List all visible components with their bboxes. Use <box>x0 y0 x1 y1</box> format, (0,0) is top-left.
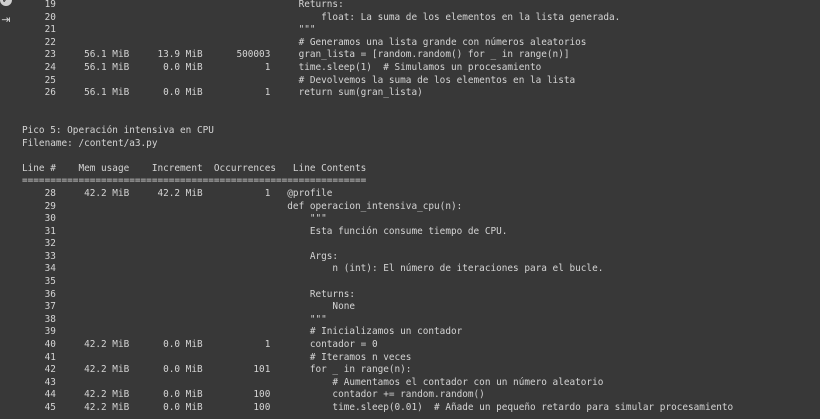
output-line: 39 # Inicializamos un contador <box>22 326 463 338</box>
output-line: 31 Esta función consume tiempo de CPU. <box>22 225 508 237</box>
output-line: 41 # Iteramos n veces <box>22 351 412 363</box>
output-actions-icon[interactable]: ⇥ <box>0 14 12 26</box>
output-line: 32 <box>22 238 56 250</box>
output-line: 42 42.2 MiB 0.0 MiB 101 for _ in range(n… <box>22 364 412 376</box>
output-line: 34 n (int): El número de iteraciones par… <box>22 263 604 275</box>
output-line: 37 None <box>22 301 356 313</box>
output-line: 20 float: La suma de los elementos en la… <box>22 11 621 23</box>
output-line: 23 56.1 MiB 13.9 MiB 500003 gran_lista =… <box>22 49 570 61</box>
output-line: 45 42.2 MiB 0.0 MiB 100 time.sleep(0.01)… <box>22 402 734 413</box>
output-line: 22 # Generamos una lista grande con núme… <box>22 36 587 48</box>
output-line: 36 Returns: <box>22 288 356 300</box>
output-line: 44 42.2 MiB 0.0 MiB 100 contador += rand… <box>22 389 485 401</box>
output-line: Line # Mem usage Increment Occurrences L… <box>22 162 367 174</box>
output-line: 28 42.2 MiB 42.2 MiB 1 @profile <box>22 187 333 199</box>
output-line: 30 """ <box>22 213 327 225</box>
output-line: 43 # Aumentamos el contador con un númer… <box>22 376 604 388</box>
output-line: 33 Args: <box>22 250 339 262</box>
output-line: 35 <box>22 276 56 288</box>
output-line: 25 # Devolvemos la suma de los elementos… <box>22 74 576 86</box>
output-line: 38 """ <box>22 313 327 325</box>
output-line: 29 def operacion_intensiva_cpu(n): <box>22 200 463 212</box>
cell-gutter: ✓ ⇥ <box>0 0 14 419</box>
output-line: Pico 5: Operación intensiva en CPU <box>22 124 214 136</box>
output-line: 21 """ <box>22 24 316 36</box>
cell-status-icon[interactable]: ✓ <box>0 0 12 6</box>
output-line: Filename: /content/a3.py <box>22 137 158 149</box>
output-line: 40 42.2 MiB 0.0 MiB 1 contador = 0 <box>22 339 378 351</box>
cell-output: 19 Returns: 20 float: La suma de los ele… <box>22 0 733 415</box>
output-line: 26 56.1 MiB 0.0 MiB 1 return sum(gran_li… <box>22 87 423 99</box>
output-line: ========================================… <box>22 175 367 187</box>
output-line: 24 56.1 MiB 0.0 MiB 1 time.sleep(1) # Si… <box>22 61 542 73</box>
output-line: 19 Returns: <box>22 0 344 10</box>
